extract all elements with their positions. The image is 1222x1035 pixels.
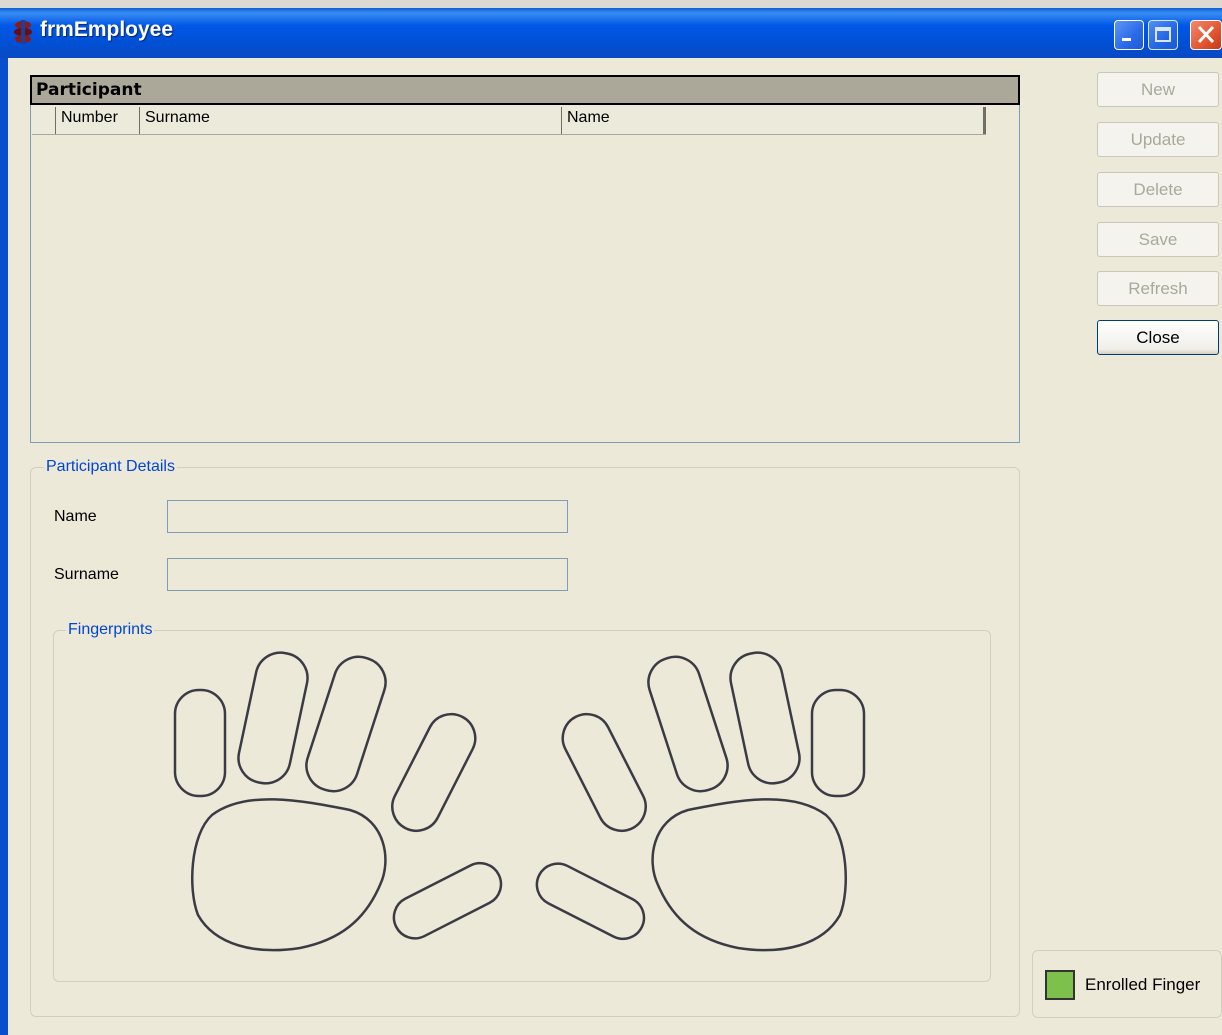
left-middle-finger[interactable] [300,650,392,797]
right-ring-finger[interactable] [726,648,804,788]
save-button[interactable]: Save [1097,222,1219,257]
column-header-surname[interactable]: Surname [140,107,562,134]
window-title: frmEmployee [40,18,174,41]
surname-label: Surname [54,566,119,583]
left-index-finger[interactable] [384,706,484,839]
left-palm [190,798,387,952]
participant-grid-title: Participant [30,75,1020,105]
left-little-finger[interactable] [173,688,227,798]
row-selector-header[interactable] [32,107,56,134]
enrolled-finger-swatch [1045,970,1075,1000]
right-palm [651,798,848,952]
window-border [0,58,8,1035]
title-bar[interactable] [0,8,1222,58]
refresh-button[interactable]: Refresh [1097,271,1219,306]
grid-column-headers: Number Surname Name [32,107,986,135]
close-icon [1197,25,1215,44]
right-little-finger[interactable] [810,688,866,798]
right-thumb[interactable] [530,856,652,946]
column-header-number[interactable]: Number [56,107,140,134]
minimize-button[interactable] [1114,20,1144,50]
hands-diagram [173,648,866,952]
update-button[interactable]: Update [1097,122,1219,157]
column-header-name[interactable]: Name [562,107,986,134]
right-middle-finger[interactable] [642,650,734,797]
name-field[interactable] [167,500,568,533]
app-icon [14,20,32,44]
close-button[interactable]: Close [1097,320,1219,355]
participant-details-title: Participant Details [44,458,177,476]
maximize-button[interactable] [1148,20,1178,50]
minimize-icon [1122,38,1131,41]
right-index-finger[interactable] [554,706,654,839]
left-ring-finger[interactable] [234,648,312,788]
delete-button[interactable]: Delete [1097,172,1219,207]
name-label: Name [54,508,97,525]
surname-field[interactable] [167,558,568,591]
left-thumb[interactable] [387,856,509,946]
fingerprints-title: Fingerprints [66,621,155,639]
screen-top-strip [0,0,1222,8]
maximize-icon [1155,27,1171,42]
enrolled-finger-label: Enrolled Finger [1085,975,1201,994]
new-button[interactable]: New [1097,72,1219,107]
close-window-button[interactable] [1190,20,1222,50]
